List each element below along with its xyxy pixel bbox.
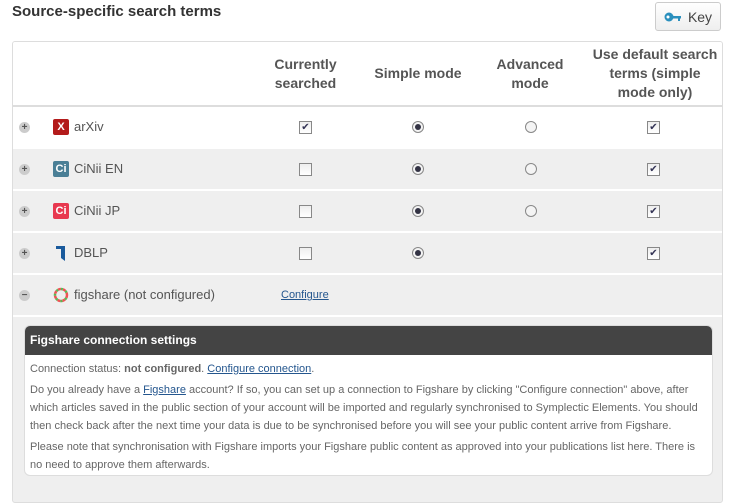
- advanced-mode-radio[interactable]: [525, 205, 537, 217]
- simple-mode-radio[interactable]: [412, 247, 424, 259]
- source-logo-icon: Ci: [53, 203, 69, 219]
- panel-paragraph-1: Do you already have a Figshare account? …: [30, 381, 707, 435]
- sources-table: Currently searched Simple mode Advanced …: [12, 41, 723, 503]
- dblp-logo-icon: [56, 246, 65, 261]
- status-label: Connection status:: [30, 363, 125, 375]
- simple-mode-radio[interactable]: [412, 121, 424, 133]
- key-icon: [664, 12, 681, 21]
- table-row: + DBLP ✔: [13, 233, 722, 275]
- figshare-settings-panel: Figshare connection settings Connection …: [24, 325, 713, 476]
- default-terms-checkbox[interactable]: ✔: [647, 205, 660, 218]
- expand-icon[interactable]: +: [19, 248, 30, 259]
- default-terms-checkbox[interactable]: ✔: [647, 247, 660, 260]
- expand-icon[interactable]: +: [19, 122, 30, 133]
- col-currently-searched: Currently searched: [274, 55, 337, 91]
- advanced-mode-radio[interactable]: [525, 121, 537, 133]
- currently-searched-checkbox[interactable]: [299, 205, 312, 218]
- table-row-figshare: − figshare (not configured) Configure: [13, 275, 722, 317]
- status-end: .: [311, 363, 315, 375]
- source-name: arXiv: [74, 119, 104, 134]
- configure-link[interactable]: Configure: [281, 289, 329, 301]
- default-terms-checkbox[interactable]: ✔: [647, 163, 660, 176]
- key-button[interactable]: Key: [655, 2, 721, 31]
- p1-text-a: Do you already have a: [30, 384, 144, 396]
- figshare-link[interactable]: Figshare: [143, 384, 186, 396]
- advanced-mode-radio[interactable]: [525, 163, 537, 175]
- expand-icon[interactable]: +: [19, 206, 30, 217]
- col-simple-mode: Simple mode: [374, 65, 462, 81]
- expand-icon[interactable]: +: [19, 164, 30, 175]
- source-logo-icon: X: [53, 119, 69, 135]
- page-title: Source-specific search terms: [12, 3, 222, 20]
- figshare-logo-icon: [53, 287, 69, 303]
- table-row: + Ci CiNii JP ✔: [13, 191, 722, 233]
- simple-mode-radio[interactable]: [412, 163, 424, 175]
- source-name: DBLP: [74, 245, 108, 260]
- currently-searched-checkbox[interactable]: [299, 247, 312, 260]
- panel-paragraph-2: Please note that synchronisation with Fi…: [30, 441, 696, 471]
- simple-mode-radio[interactable]: [412, 205, 424, 217]
- connection-status: Connection status: not configured. Confi…: [30, 360, 707, 378]
- collapse-icon[interactable]: −: [19, 290, 30, 301]
- currently-searched-checkbox[interactable]: ✔: [299, 121, 312, 134]
- default-terms-checkbox[interactable]: ✔: [647, 121, 660, 134]
- source-name: CiNii JP: [74, 203, 121, 218]
- source-logo-icon: Ci: [53, 161, 69, 177]
- col-default-terms: Use default search terms (simple mode on…: [592, 46, 718, 100]
- source-name: figshare (not configured): [74, 287, 215, 302]
- source-name: CiNii EN: [74, 161, 124, 176]
- currently-searched-checkbox[interactable]: [299, 163, 312, 176]
- key-label: Key: [687, 8, 713, 25]
- table-row: + XarXiv ✔ ✔: [13, 107, 722, 149]
- col-advanced-mode: Advanced mode: [496, 55, 564, 91]
- table-row: + Ci CiNii EN ✔: [13, 149, 722, 191]
- status-value: not configured: [124, 363, 202, 375]
- configure-connection-link[interactable]: Configure connection: [207, 363, 311, 375]
- table-header: Currently searched Simple mode Advanced …: [13, 42, 722, 107]
- panel-title: Figshare connection settings: [25, 326, 712, 355]
